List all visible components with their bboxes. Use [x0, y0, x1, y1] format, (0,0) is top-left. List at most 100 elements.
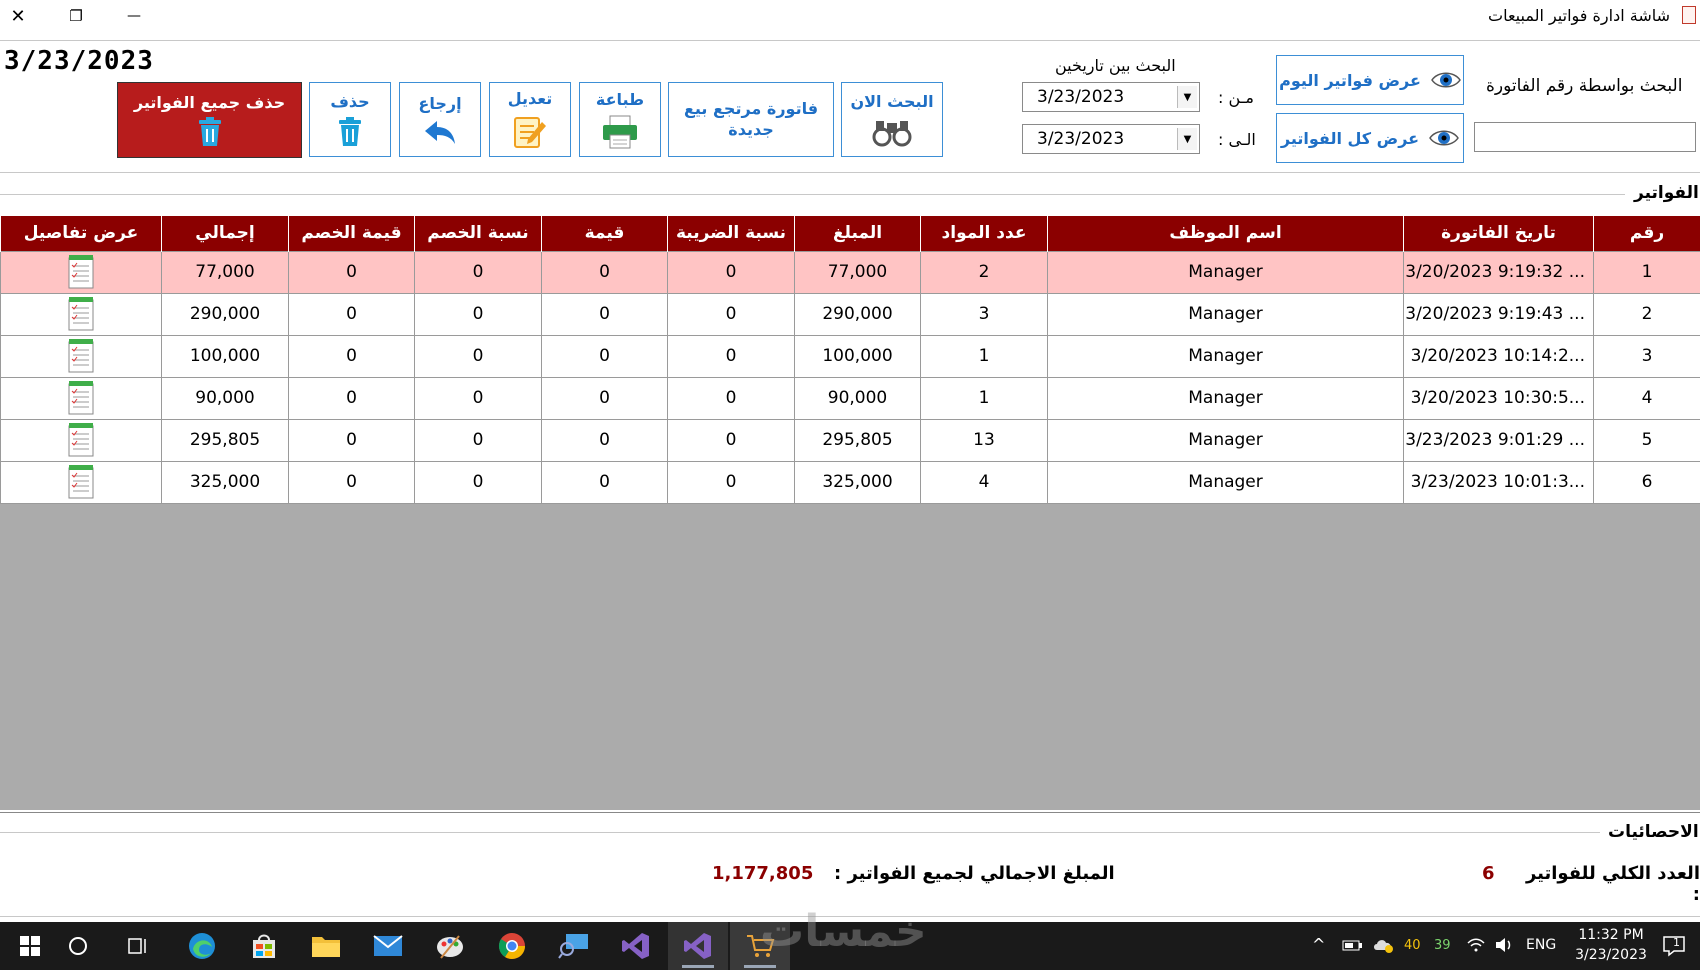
cell-tax-rate[interactable]: 0 [667, 376, 795, 420]
cell-details[interactable] [0, 292, 162, 336]
cell-amount[interactable]: 290,000 [794, 292, 921, 336]
task-view-button[interactable] [108, 922, 168, 970]
taskbar-chrome[interactable] [482, 922, 542, 970]
cell-discount-value[interactable]: 0 [288, 376, 415, 420]
minimize-button[interactable]: — [120, 2, 148, 30]
column-header-discount-value[interactable]: قيمة الخصم [288, 216, 415, 251]
cell-discount-value[interactable]: 0 [288, 250, 415, 294]
cell-discount-rate[interactable]: 0 [414, 292, 542, 336]
cell-details[interactable] [0, 334, 162, 378]
search-button[interactable] [48, 922, 108, 970]
cell-total[interactable]: 325,000 [161, 460, 289, 504]
table-row[interactable]: 4 3/20/2023 10:30:5... Manager 1 90,000 … [0, 376, 1700, 420]
cell-no[interactable]: 2 [1593, 292, 1700, 336]
cell-amount[interactable]: 100,000 [794, 334, 921, 378]
cell-discount-value[interactable]: 0 [288, 418, 415, 462]
cell-items[interactable]: 13 [920, 418, 1048, 462]
table-row[interactable]: 3 3/20/2023 10:14:2... Manager 1 100,000… [0, 334, 1700, 378]
cell-date[interactable]: 3/20/2023 9:19:43 ... [1403, 292, 1594, 336]
cell-no[interactable]: 5 [1593, 418, 1700, 462]
cell-items[interactable]: 2 [920, 250, 1048, 294]
details-list-icon[interactable] [68, 255, 94, 289]
cell-items[interactable]: 1 [920, 376, 1048, 420]
print-button[interactable]: طباعة [579, 82, 661, 157]
details-list-icon[interactable] [68, 339, 94, 373]
cell-details[interactable] [0, 250, 162, 294]
to-date-picker[interactable]: 3/23/2023 ▼ [1022, 124, 1200, 154]
cell-employee[interactable]: Manager [1047, 376, 1404, 420]
cell-amount[interactable]: 325,000 [794, 460, 921, 504]
restore-button[interactable]: ❐ [62, 2, 90, 30]
table-row[interactable]: 1 3/20/2023 9:19:32 ... Manager 2 77,000… [0, 250, 1700, 294]
cell-total[interactable]: 295,805 [161, 418, 289, 462]
delete-button[interactable]: حذف [309, 82, 391, 157]
chevron-up-icon[interactable]: ^ [1312, 935, 1325, 954]
cell-discount-rate[interactable]: 0 [414, 376, 542, 420]
cell-total[interactable]: 90,000 [161, 376, 289, 420]
column-header-value[interactable]: قيمة [541, 216, 668, 251]
cell-items[interactable]: 1 [920, 334, 1048, 378]
cell-discount-value[interactable]: 0 [288, 460, 415, 504]
clock[interactable]: 11:32 PM 3/23/2023 [1566, 925, 1656, 966]
cell-discount-rate[interactable]: 0 [414, 418, 542, 462]
cell-tax-rate[interactable]: 0 [667, 292, 795, 336]
cell-discount-rate[interactable]: 0 [414, 334, 542, 378]
details-list-icon[interactable] [68, 297, 94, 331]
cell-items[interactable]: 3 [920, 292, 1048, 336]
cell-discount-value[interactable]: 0 [288, 334, 415, 378]
cell-details[interactable] [0, 460, 162, 504]
details-list-icon[interactable] [68, 423, 94, 457]
cell-tax-rate[interactable]: 0 [667, 250, 795, 294]
cell-no[interactable]: 3 [1593, 334, 1700, 378]
wifi-icon[interactable] [1466, 937, 1486, 953]
table-row[interactable]: 5 3/23/2023 9:01:29 ... Manager 13 295,8… [0, 418, 1700, 462]
taskbar-remote-desktop[interactable] [544, 922, 604, 970]
new-return-invoice-button[interactable]: فاتورة مرتجع بيع جديدة [668, 82, 834, 157]
column-header-employee[interactable]: اسم الموظف [1047, 216, 1404, 251]
taskbar-file-explorer[interactable] [296, 922, 356, 970]
column-header-no[interactable]: رقم [1593, 216, 1700, 251]
taskbar-edge[interactable] [172, 922, 232, 970]
cell-value[interactable]: 0 [541, 376, 668, 420]
cell-date[interactable]: 3/20/2023 10:14:2... [1403, 334, 1594, 378]
cell-employee[interactable]: Manager [1047, 334, 1404, 378]
cell-items[interactable]: 4 [920, 460, 1048, 504]
view-all-invoices-button[interactable]: عرض كل الفواتير [1276, 113, 1464, 163]
details-list-icon[interactable] [68, 465, 94, 499]
cell-details[interactable] [0, 418, 162, 462]
column-header-date[interactable]: تاريخ الفاتورة [1403, 216, 1594, 251]
cell-no[interactable]: 6 [1593, 460, 1700, 504]
table-row[interactable]: 2 3/20/2023 9:19:43 ... Manager 3 290,00… [0, 292, 1700, 336]
edit-button[interactable]: تعديل [489, 82, 571, 157]
cell-total[interactable]: 290,000 [161, 292, 289, 336]
cell-employee[interactable]: Manager [1047, 292, 1404, 336]
battery-icon[interactable] [1342, 938, 1364, 952]
language-indicator[interactable]: ENG [1526, 937, 1556, 953]
cell-employee[interactable]: Manager [1047, 418, 1404, 462]
table-row[interactable]: 6 3/23/2023 10:01:3... Manager 4 325,000… [0, 460, 1700, 504]
cell-date[interactable]: 3/23/2023 9:01:29 ... [1403, 418, 1594, 462]
taskbar-visual-studio[interactable] [606, 922, 666, 970]
invoices-grid[interactable]: رقم تاريخ الفاتورة اسم الموظف عدد المواد… [0, 216, 1700, 810]
column-header-amount[interactable]: المبلغ [794, 216, 921, 251]
cell-employee[interactable]: Manager [1047, 460, 1404, 504]
cell-total[interactable]: 77,000 [161, 250, 289, 294]
cell-value[interactable]: 0 [541, 292, 668, 336]
chevron-down-icon[interactable]: ▼ [1177, 86, 1197, 108]
column-header-tax-rate[interactable]: نسبة الضريبة [667, 216, 795, 251]
taskbar-visual-studio-active[interactable] [668, 922, 728, 970]
from-date-picker[interactable]: 3/23/2023 ▼ [1022, 82, 1200, 112]
cell-tax-rate[interactable]: 0 [667, 334, 795, 378]
view-today-invoices-button[interactable]: عرض فواتير اليوم [1276, 55, 1464, 105]
column-header-discount-rate[interactable]: نسبة الخصم [414, 216, 542, 251]
column-header-items[interactable]: عدد المواد [920, 216, 1048, 251]
column-header-total[interactable]: إجمالي [161, 216, 289, 251]
cell-no[interactable]: 1 [1593, 250, 1700, 294]
delete-all-button[interactable]: حذف جميع الفواتير [117, 82, 302, 158]
taskbar-store[interactable] [234, 922, 294, 970]
cell-amount[interactable]: 90,000 [794, 376, 921, 420]
cell-total[interactable]: 100,000 [161, 334, 289, 378]
cell-discount-rate[interactable]: 0 [414, 460, 542, 504]
cell-date[interactable]: 3/20/2023 9:19:32 ... [1403, 250, 1594, 294]
cell-value[interactable]: 0 [541, 250, 668, 294]
